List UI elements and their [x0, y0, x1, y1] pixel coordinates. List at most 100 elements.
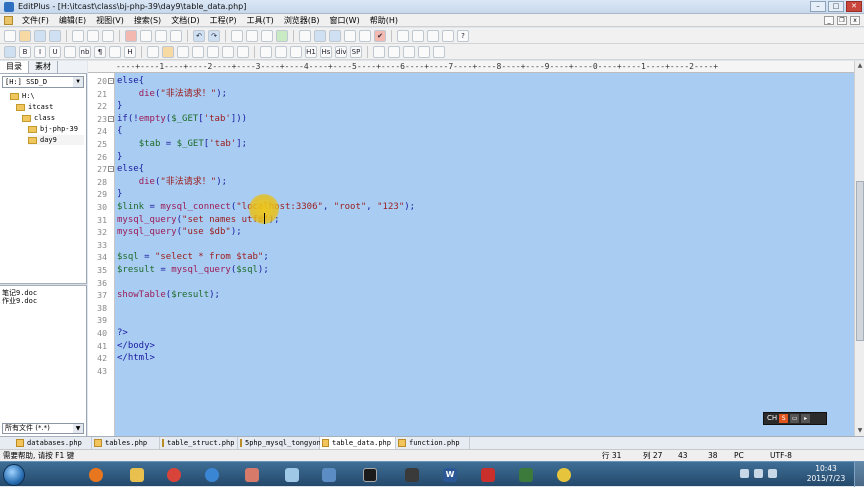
check-syntax-icon[interactable]: ✔ [374, 29, 386, 42]
center-icon[interactable] [275, 45, 287, 58]
font-color-icon[interactable] [64, 45, 76, 58]
fold-toggle-icon[interactable]: − [108, 166, 114, 173]
code-line[interactable]: showTable($result); [117, 289, 220, 302]
list-item[interactable]: 笔记9.doc [2, 289, 84, 297]
tray-volume-icon[interactable] [768, 469, 777, 478]
anchor-icon[interactable] [162, 45, 174, 58]
code-line[interactable]: $tab = $_GET['tab']; [117, 138, 247, 151]
menu-document[interactable]: 文档(D) [166, 15, 204, 26]
document-tab[interactable]: tables.php [92, 437, 160, 449]
tree-item-itcast[interactable]: itcast [16, 102, 53, 112]
code-line[interactable]: </body> [117, 340, 155, 353]
nbsp-button[interactable]: nb [79, 45, 91, 58]
tree-item-class[interactable]: class [22, 113, 55, 123]
view-browser-icon[interactable] [373, 45, 385, 58]
close-button[interactable]: ✕ [846, 1, 862, 12]
output-icon[interactable] [418, 45, 430, 58]
code-editor[interactable]: else{ die("非法请求！");} if(!empty($_GET['tab… [115, 73, 854, 436]
heading-button[interactable]: H [124, 45, 136, 58]
goto-icon[interactable] [276, 29, 288, 42]
vertical-scrollbar[interactable]: ▲ ▼ [854, 61, 864, 436]
menu-view[interactable]: 视图(V) [91, 15, 129, 26]
word-taskbar-icon[interactable]: W [436, 464, 464, 486]
document-tab[interactable]: function.php [396, 437, 470, 449]
weather-taskbar-icon[interactable] [550, 464, 578, 486]
copy-icon[interactable] [140, 29, 152, 42]
menu-project[interactable]: 工程(P) [205, 15, 242, 26]
horizontal-rule-icon[interactable] [260, 45, 272, 58]
menu-search[interactable]: 搜索(S) [129, 15, 166, 26]
doc-restore-icon[interactable]: ❐ [837, 15, 847, 25]
document-tab[interactable]: table_data.php [320, 437, 396, 449]
color-picker-icon[interactable] [237, 45, 249, 58]
h1-button[interactable]: H1 [305, 45, 317, 58]
italic-button[interactable]: I [34, 45, 46, 58]
chrome-taskbar-icon[interactable] [160, 464, 188, 486]
scroll-thumb[interactable] [856, 181, 864, 341]
code-line[interactable]: $result = mysql_query($sql); [117, 264, 269, 277]
comment-icon[interactable] [222, 45, 234, 58]
save-icon[interactable] [34, 29, 46, 42]
status-encoding[interactable]: UTF-8 [770, 450, 792, 461]
find-icon[interactable] [231, 29, 243, 42]
browser-icon[interactable] [442, 29, 454, 42]
ime-s-icon[interactable]: S [779, 414, 789, 423]
find-in-files-icon[interactable] [261, 29, 273, 42]
ruler-toggle-icon[interactable] [344, 29, 356, 42]
line-break-icon[interactable] [109, 45, 121, 58]
search-taskbar-icon[interactable] [315, 464, 343, 486]
code-line[interactable]: ?> [117, 327, 128, 340]
div-button[interactable]: div [335, 45, 347, 58]
document-menu-icon[interactable] [4, 15, 13, 25]
firefox-taskbar-icon[interactable] [82, 464, 110, 486]
view-layout-icon[interactable] [397, 29, 409, 42]
table-icon[interactable] [177, 45, 189, 58]
system-clock[interactable]: 10:43 2015/7/23 [802, 464, 850, 484]
notes-taskbar-icon[interactable] [278, 464, 306, 486]
menu-tools[interactable]: 工具(T) [242, 15, 279, 26]
fold-toggle-icon[interactable]: − [108, 78, 114, 84]
start-button[interactable] [3, 464, 25, 486]
list-icon[interactable] [192, 45, 204, 58]
menu-window[interactable]: 窗口(W) [325, 15, 365, 26]
menu-browser[interactable]: 浏览器(B) [279, 15, 325, 26]
tray-flag-icon[interactable] [740, 469, 749, 478]
list-item[interactable]: 作业9.doc [2, 297, 84, 305]
cut-icon[interactable] [125, 29, 137, 42]
tray-network-icon[interactable] [754, 469, 763, 478]
tree-item-day9[interactable]: day9 [28, 135, 84, 145]
media-taskbar-icon[interactable] [398, 464, 426, 486]
menu-file[interactable]: 文件(F) [17, 15, 54, 26]
chevron-down-icon[interactable]: ▼ [73, 77, 83, 87]
doc-minimize-icon[interactable]: _ [824, 15, 834, 25]
doc-close-icon[interactable]: x [850, 15, 860, 25]
print-preview-icon[interactable] [87, 29, 99, 42]
code-line[interactable]: mysql_query("use $db"); [117, 226, 242, 239]
form-icon[interactable] [207, 45, 219, 58]
show-desktop-button[interactable] [854, 462, 864, 487]
line-number-icon[interactable] [359, 29, 371, 42]
document-tab[interactable]: 5php_mysql_tongyon [238, 437, 321, 449]
split-window-icon[interactable] [388, 45, 400, 58]
ime-toolbar[interactable]: CH S ▭ ▸ [763, 412, 827, 425]
cmd-taskbar-icon[interactable] [356, 464, 384, 486]
code-line[interactable]: } [117, 100, 122, 113]
pre-icon[interactable] [290, 45, 302, 58]
folder-taskbar-icon[interactable] [123, 464, 151, 486]
network-taskbar-icon[interactable] [512, 464, 540, 486]
editor-taskbar-icon[interactable] [238, 464, 266, 486]
html-toolbar-icon[interactable] [4, 45, 16, 58]
open-folder-icon[interactable] [19, 29, 31, 42]
menu-edit[interactable]: 编辑(E) [54, 15, 91, 26]
ime-keyboard-icon[interactable]: ▭ [790, 414, 800, 423]
code-line[interactable]: if(!empty($_GET['tab'])) [117, 113, 247, 126]
file-filter-select[interactable]: 所有文件 (*.*) ▼ [2, 423, 84, 434]
status-line-ending[interactable]: PC [734, 450, 744, 461]
menu-help[interactable]: 帮助(H) [365, 15, 403, 26]
print-icon[interactable] [72, 29, 84, 42]
spell-check-icon[interactable] [102, 29, 114, 42]
redo-icon[interactable]: ↷ [208, 29, 220, 42]
cliptext-icon[interactable] [403, 45, 415, 58]
hs-button[interactable]: Hs [320, 45, 332, 58]
code-line[interactable]: } [117, 151, 122, 164]
